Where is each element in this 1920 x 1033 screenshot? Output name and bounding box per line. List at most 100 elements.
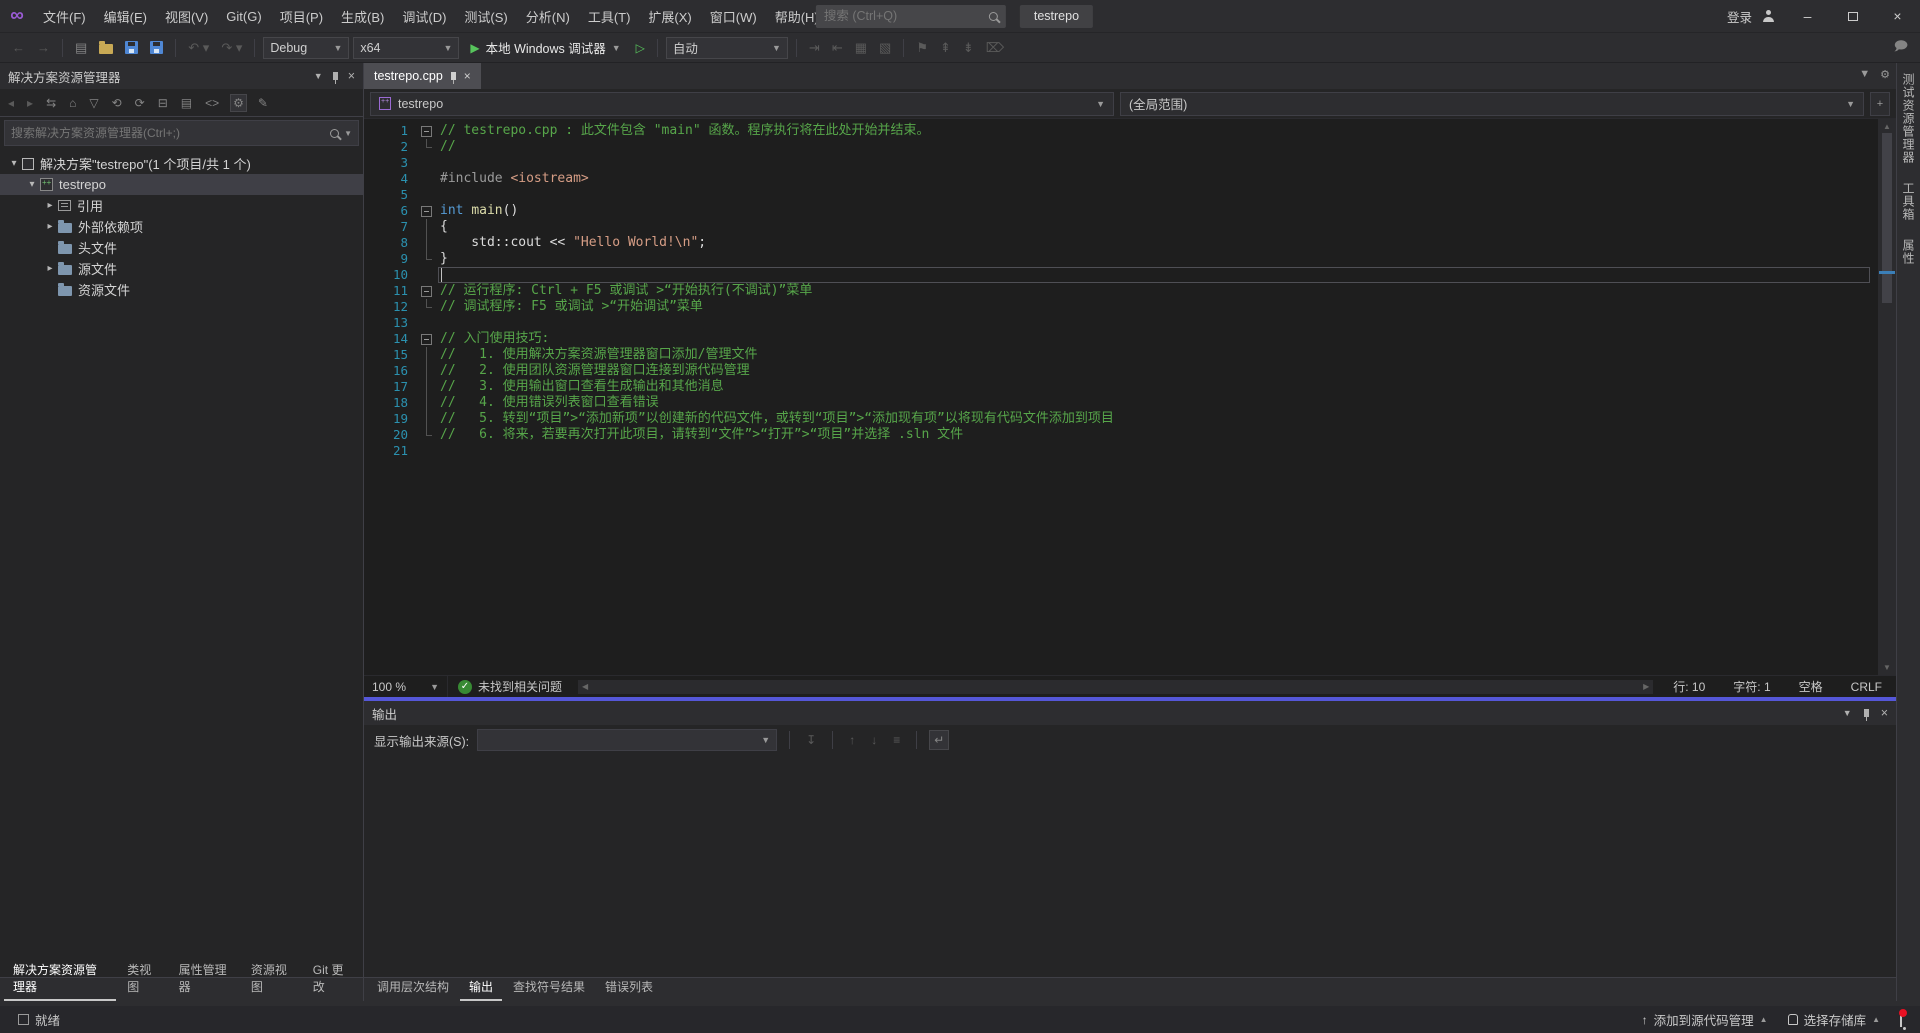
close-panel-icon[interactable]: × [348,69,355,83]
menu-item[interactable]: 项目(P) [271,0,332,32]
clear-all-icon[interactable]: ≡ [889,731,904,749]
minimize-button[interactable]: – [1785,0,1830,32]
tree-item[interactable]: 头文件 [0,237,363,258]
collapse-all-icon[interactable]: ⊟ [156,95,170,111]
pin-icon[interactable] [333,72,338,80]
menu-item[interactable]: 编辑(E) [95,0,156,32]
zoom-combo[interactable]: 100 %▼ [364,676,448,697]
line-indicator[interactable]: 行: 10 [1659,678,1719,695]
fold-collapse-icon[interactable] [421,206,432,217]
menu-item[interactable]: 调试(D) [393,0,455,32]
solution-search-box[interactable]: ▼ [4,120,359,146]
background-tasks-icon[interactable] [18,1014,29,1025]
start-without-debugging-icon[interactable]: ▷ [632,39,649,57]
filter-icon[interactable]: ▽ [87,95,100,111]
scope-dropdown[interactable]: (全局范围) ▼ [1120,92,1864,116]
menu-item[interactable]: 工具(T) [579,0,640,32]
fold-collapse-icon[interactable] [421,334,432,345]
home-icon[interactable]: ⌂ [67,95,78,111]
panel-menu-icon[interactable]: ▼ [1843,708,1852,718]
panel-tab[interactable]: 查找符号结果 [504,975,594,1001]
add-to-source-control-button[interactable]: ↑ 添加到源代码管理 ▲ [1632,1006,1778,1033]
configuration-combo[interactable]: Debug▼ [263,37,349,59]
menu-item[interactable]: 分析(N) [517,0,579,32]
expander-icon[interactable]: ▸ [42,263,58,274]
expander-icon[interactable]: ▾ [24,179,40,190]
refresh-icon[interactable]: ⟳ [133,95,147,111]
search-input[interactable] [824,9,989,23]
open-file-icon[interactable] [95,39,117,56]
menu-item[interactable]: 文件(F) [34,0,95,32]
close-button[interactable]: × [1875,0,1920,32]
window-options-icon[interactable]: ⚙ [1880,68,1890,81]
close-tab-icon[interactable]: × [464,69,471,83]
pencil-icon[interactable]: ✎ [256,95,270,111]
column-indicator[interactable]: 字符: 1 [1719,678,1784,695]
menu-item[interactable]: 视图(V) [156,0,217,32]
solution-search-input[interactable] [11,126,330,140]
document-tab[interactable]: testrepo.cpp × [364,63,481,89]
tree-item[interactable]: 资源文件 [0,279,363,300]
spaces-indicator[interactable]: 空格 [1785,678,1837,695]
start-debugging-button[interactable]: ▶ 本地 Windows 调试器 ▼ [463,37,627,59]
restore-button[interactable] [1830,0,1875,32]
expander-icon[interactable]: ▸ [42,200,58,211]
menu-item[interactable]: 生成(B) [332,0,393,32]
eol-indicator[interactable]: CRLF [1837,680,1896,694]
previous-bookmark-icon[interactable]: ⇞ [936,38,955,58]
tool-window-tab[interactable]: 属性管理器 [170,958,240,1001]
indent-icon[interactable]: ⇥ [805,38,824,58]
sync-with-active-document-icon[interactable]: ⟲ [110,95,124,111]
select-repository-button[interactable]: 选择存储库 ▲ [1778,1006,1890,1033]
active-files-dropdown-icon[interactable]: ▼ [1859,68,1870,81]
navigate-forward-icon[interactable]: → [33,38,54,57]
tree-item[interactable]: ▾testrepo [0,174,363,195]
forward-icon[interactable]: ▸ [25,95,35,111]
save-all-icon[interactable] [146,39,167,56]
pin-tab-icon[interactable] [451,72,456,80]
expander-icon[interactable]: ▸ [42,221,58,232]
output-source-combo[interactable]: ▼ [477,729,777,751]
tree-item[interactable]: ▸外部依赖项 [0,216,363,237]
horizontal-scrollbar[interactable]: ◀▶ [578,680,1653,694]
navigate-backward-icon[interactable]: ← [8,38,29,57]
properties-icon[interactable]: ⚙ [230,94,247,112]
tree-item[interactable]: ▸源文件 [0,258,363,279]
close-panel-icon[interactable]: × [1881,706,1888,720]
expander-icon[interactable]: ▾ [6,158,22,169]
previous-message-icon[interactable]: ↑ [845,731,859,749]
menu-item[interactable]: 窗口(W) [701,0,766,32]
auto-combo[interactable]: 自动▼ [666,37,788,59]
panel-tab[interactable]: 调用层次结构 [368,975,458,1001]
tool-window-tab[interactable]: 资源视图 [242,958,302,1001]
tool-window-tab[interactable]: Git 更改 [304,958,359,1001]
tree-item[interactable]: ▸引用 [0,195,363,216]
menu-item[interactable]: 扩展(X) [639,0,700,32]
tool-window-tab[interactable]: 类视图 [118,958,167,1001]
find-message-icon[interactable]: ↧ [802,731,820,749]
vertical-scrollbar[interactable]: ▲ ▼ [1878,119,1896,675]
next-bookmark-icon[interactable]: ⇟ [959,38,978,58]
code-view-icon[interactable]: <> [203,95,221,111]
sign-in-button[interactable]: 登录 [1719,7,1760,26]
word-wrap-icon[interactable]: ↵ [929,730,949,750]
tree-item[interactable]: ▾解决方案"testrepo"(1 个项目/共 1 个) [0,153,363,174]
search-options-icon[interactable]: ▼ [344,129,352,138]
tool-window-tab[interactable]: 解决方案资源管理器 [4,958,116,1001]
back-icon[interactable]: ◂ [6,95,16,111]
show-all-files-icon[interactable]: ▤ [179,95,194,111]
comment-icon[interactable]: ▦ [851,38,871,58]
toggle-bookmark-icon[interactable]: ⚑ [912,38,932,58]
new-project-icon[interactable]: ▤ [71,38,91,58]
uncomment-icon[interactable]: ▧ [875,38,895,58]
undo-icon[interactable]: ↶ ▾ [184,38,213,58]
menu-item[interactable]: Git(G) [217,0,270,32]
menu-item[interactable]: 测试(S) [455,0,516,32]
clear-bookmarks-icon[interactable]: ⌦ [982,38,1008,58]
fold-collapse-icon[interactable] [421,286,432,297]
autohide-tab[interactable]: 测试资源管理器 [1900,73,1917,164]
next-message-icon[interactable]: ↓ [867,731,881,749]
autohide-tab[interactable]: 工具箱 [1900,182,1917,221]
panel-tab[interactable]: 输出 [460,975,502,1001]
project-dropdown[interactable]: testrepo ▼ [370,92,1114,116]
